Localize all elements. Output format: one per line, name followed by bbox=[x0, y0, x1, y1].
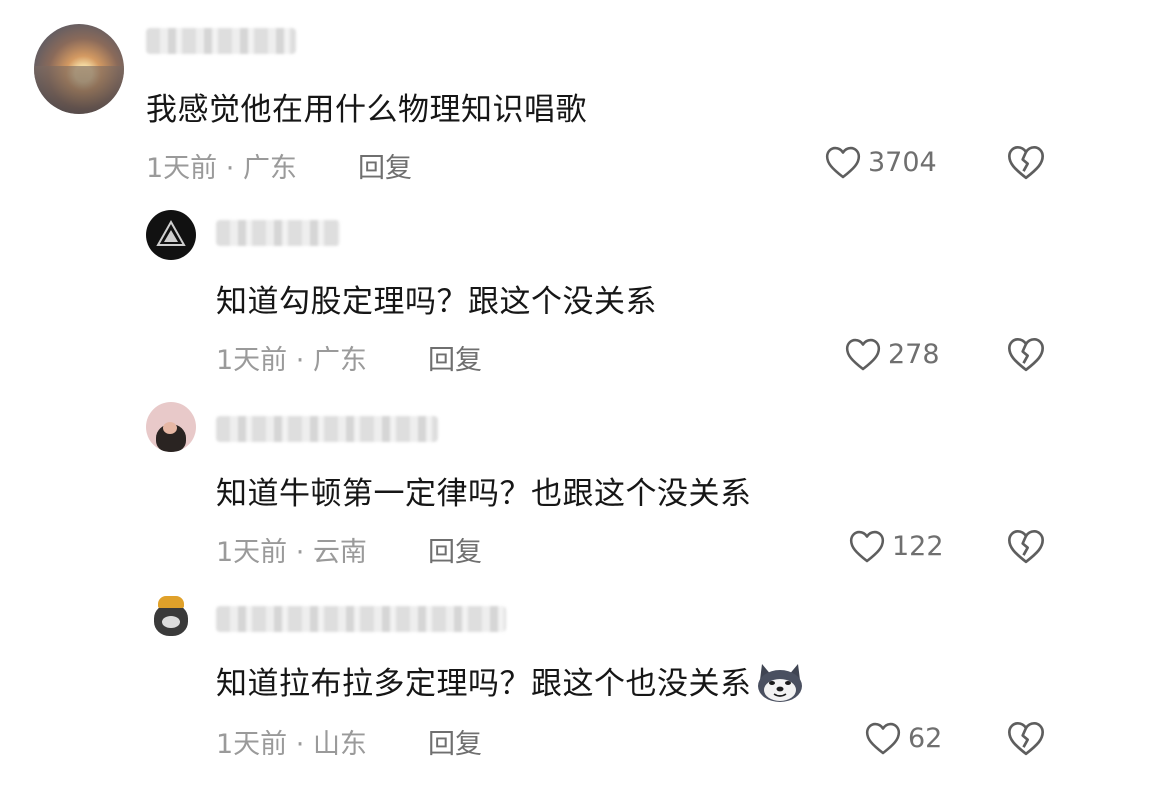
comment-location: 云南 bbox=[312, 537, 367, 568]
avatar[interactable] bbox=[146, 210, 196, 260]
like-count: 122 bbox=[892, 530, 944, 562]
reply-item: 知道勾股定理吗？跟这个没关系 1天前 · 广东 回复 278 bbox=[0, 200, 1157, 390]
dislike-button[interactable] bbox=[1006, 143, 1046, 185]
comment-text: 知道牛顿第一定律吗？也跟这个没关系 bbox=[216, 476, 752, 512]
comment-text-content: 知道拉布拉多定理吗？跟这个也没关系 bbox=[216, 666, 752, 702]
husky-face-icon bbox=[757, 663, 802, 702]
comment-location: 山东 bbox=[312, 729, 367, 760]
comment-text: 知道勾股定理吗？跟这个没关系 bbox=[216, 284, 657, 320]
comment-meta: 1天前 · 广东 bbox=[146, 146, 297, 185]
username-blurred[interactable] bbox=[216, 606, 506, 632]
comment-meta: 1天前 · 云南 bbox=[216, 530, 367, 569]
comment-time: 1天前 bbox=[216, 729, 288, 760]
husky-dog-emoji bbox=[754, 660, 806, 712]
broken-heart-icon bbox=[1008, 529, 1044, 564]
heart-outline-icon bbox=[865, 722, 901, 755]
like-button[interactable]: 3704 bbox=[824, 144, 937, 180]
username-blurred[interactable] bbox=[216, 220, 340, 246]
comment-meta: 1天前 · 广东 bbox=[216, 338, 367, 377]
dislike-button[interactable] bbox=[1006, 335, 1046, 377]
comment-item: 我感觉他在用什么物理知识唱歌 1天前 · 广东 回复 3704 bbox=[0, 0, 1157, 190]
like-count: 3704 bbox=[868, 146, 937, 178]
like-count: 278 bbox=[888, 338, 940, 370]
avatar[interactable] bbox=[34, 24, 124, 114]
broken-heart-icon bbox=[1008, 338, 1044, 372]
meta-separator: · bbox=[287, 537, 313, 568]
like-button[interactable]: 62 bbox=[864, 720, 942, 756]
comment-time: 1天前 bbox=[216, 537, 288, 568]
like-button[interactable]: 122 bbox=[848, 528, 944, 564]
triangle-logo-icon bbox=[156, 219, 186, 246]
comment-time: 1天前 bbox=[146, 153, 218, 184]
username-blurred[interactable] bbox=[216, 416, 438, 442]
reply-button[interactable]: 回复 bbox=[428, 530, 482, 569]
comment-location: 广东 bbox=[312, 345, 367, 376]
comment-meta: 1天前 · 山东 bbox=[216, 722, 367, 761]
meta-separator: · bbox=[287, 345, 313, 376]
heart-outline-icon bbox=[849, 530, 885, 563]
reply-button[interactable]: 回复 bbox=[428, 338, 482, 377]
dislike-button[interactable] bbox=[1006, 527, 1046, 569]
like-button[interactable]: 278 bbox=[844, 336, 940, 372]
meta-separator: · bbox=[217, 153, 243, 184]
username-blurred[interactable] bbox=[146, 28, 296, 54]
meta-separator: · bbox=[287, 729, 313, 760]
avatar[interactable] bbox=[146, 402, 196, 452]
broken-heart-icon bbox=[1008, 721, 1044, 756]
avatar[interactable] bbox=[146, 590, 196, 640]
comment-text: 知道拉布拉多定理吗？跟这个也没关系 bbox=[216, 658, 806, 712]
reply-button[interactable]: 回复 bbox=[358, 146, 412, 185]
comment-text: 我感觉他在用什么物理知识唱歌 bbox=[146, 92, 587, 128]
reply-item: 知道牛顿第一定律吗？也跟这个没关系 1天前 · 云南 回复 122 bbox=[0, 392, 1157, 582]
like-count: 62 bbox=[908, 722, 943, 754]
broken-heart-icon bbox=[1008, 145, 1044, 180]
comment-time: 1天前 bbox=[216, 345, 288, 376]
reply-item: 知道拉布拉多定理吗？跟这个也没关系 1天前 · 山东 回复 62 bbox=[0, 584, 1157, 784]
dislike-button[interactable] bbox=[1006, 719, 1046, 761]
reply-button[interactable]: 回复 bbox=[428, 722, 482, 761]
heart-outline-icon bbox=[845, 338, 881, 371]
comment-location: 广东 bbox=[242, 153, 297, 184]
heart-outline-icon bbox=[825, 146, 861, 179]
